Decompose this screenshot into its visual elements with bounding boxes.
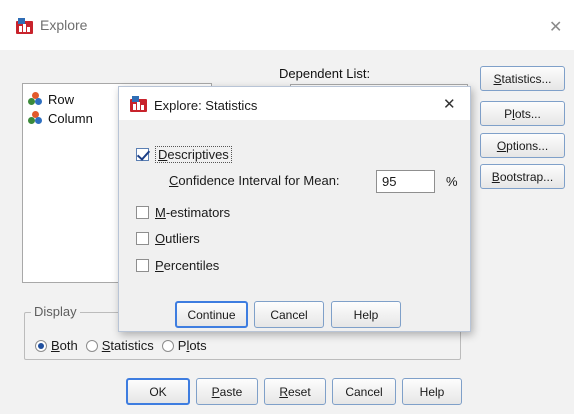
statistics-button[interactable]: Statistics... bbox=[480, 66, 565, 91]
descriptives-checkbox[interactable] bbox=[136, 148, 149, 161]
outliers-option[interactable]: Outliers bbox=[136, 231, 200, 246]
button-text: ots... bbox=[514, 106, 541, 121]
help-button[interactable]: Help bbox=[402, 378, 462, 405]
confidence-interval-input[interactable] bbox=[376, 170, 435, 193]
display-both-label[interactable]: Both bbox=[51, 338, 78, 353]
explore-statistics-dialog: Explore: Statistics ✕ Descriptives Confi… bbox=[118, 86, 471, 332]
continue-button[interactable]: Continue bbox=[175, 301, 248, 328]
radio-text: tatistics bbox=[110, 338, 154, 353]
nominal-variable-icon bbox=[28, 111, 43, 125]
mnemonic: R bbox=[279, 384, 288, 399]
variable-item-row[interactable]: Row bbox=[28, 91, 74, 107]
percentiles-label[interactable]: Percentiles bbox=[155, 258, 219, 273]
mnemonic: O bbox=[155, 231, 166, 246]
mnemonic: B bbox=[491, 169, 500, 184]
spss-app-icon bbox=[130, 96, 147, 112]
dependent-list-label: Dependent List: bbox=[279, 66, 371, 81]
dialog-help-button[interactable]: Help bbox=[331, 301, 401, 328]
mnemonic: D bbox=[158, 147, 168, 162]
variable-label: Column bbox=[48, 110, 93, 126]
button-text: eset bbox=[287, 384, 311, 399]
mnemonic: C bbox=[169, 173, 179, 188]
outliers-checkbox[interactable] bbox=[136, 232, 149, 245]
mnemonic: B bbox=[51, 338, 60, 353]
button-text: tatistics... bbox=[501, 71, 552, 86]
dialog-titlebar: Explore: Statistics ✕ bbox=[119, 87, 470, 120]
descriptives-label[interactable]: Descriptives bbox=[155, 146, 232, 163]
cancel-button[interactable]: Cancel bbox=[332, 378, 396, 405]
nominal-variable-icon bbox=[28, 92, 43, 106]
percentiles-checkbox[interactable] bbox=[136, 259, 149, 272]
display-both-radio[interactable] bbox=[35, 339, 47, 352]
checkbox-text: utliers bbox=[165, 231, 200, 246]
ok-button[interactable]: OK bbox=[126, 378, 190, 405]
display-statistics-label[interactable]: Statistics bbox=[102, 338, 154, 353]
button-text: aste bbox=[219, 384, 243, 399]
outliers-label[interactable]: Outliers bbox=[155, 231, 200, 246]
display-plots-radio[interactable] bbox=[161, 339, 174, 352]
mnemonic: P bbox=[211, 384, 220, 399]
mnemonic: O bbox=[496, 138, 507, 153]
checkbox-text: escriptives bbox=[167, 147, 229, 162]
m-estimators-label[interactable]: M-estimators bbox=[155, 205, 230, 220]
label-text: onfidence Interval for Mean: bbox=[178, 173, 340, 188]
checkbox-text: ercentiles bbox=[163, 258, 220, 273]
m-estimators-option[interactable]: M-estimators bbox=[136, 205, 230, 220]
dialog-title: Explore: Statistics bbox=[154, 98, 258, 113]
display-legend: Display bbox=[31, 304, 80, 319]
percent-unit-label: % bbox=[446, 174, 458, 189]
confidence-interval-label: Confidence Interval for Mean: bbox=[169, 173, 340, 188]
window-title: Explore bbox=[40, 17, 88, 33]
variable-label: Row bbox=[48, 91, 75, 107]
plots-button[interactable]: Pl ots... bbox=[480, 101, 565, 126]
bootstrap-button[interactable]: Bootstrap... bbox=[480, 164, 565, 189]
m-estimators-checkbox[interactable] bbox=[136, 206, 149, 219]
display-statistics-radio[interactable] bbox=[85, 339, 98, 352]
descriptives-option[interactable]: Descriptives bbox=[136, 146, 232, 163]
radio-text: ots bbox=[189, 338, 207, 353]
checkbox-text: -estimators bbox=[165, 205, 231, 220]
variable-item-column[interactable]: Column bbox=[28, 110, 93, 126]
button-text: P bbox=[504, 106, 513, 121]
mnemonic: M bbox=[155, 205, 166, 220]
dialog-close-icon[interactable]: ✕ bbox=[443, 95, 456, 113]
radio-text: oth bbox=[59, 338, 78, 353]
percentiles-option[interactable]: Percentiles bbox=[136, 258, 219, 273]
options-button[interactable]: Options... bbox=[480, 133, 565, 158]
button-text: ootstrap... bbox=[499, 169, 554, 184]
paste-button[interactable]: Paste bbox=[196, 378, 258, 405]
mnemonic: S bbox=[493, 71, 502, 86]
window-close-icon[interactable]: ✕ bbox=[549, 17, 562, 36]
display-radio-group: Both Statistics Plots bbox=[35, 338, 215, 353]
dialog-cancel-button[interactable]: Cancel bbox=[254, 301, 324, 328]
mnemonic: P bbox=[155, 258, 164, 273]
reset-button[interactable]: Reset bbox=[264, 378, 326, 405]
button-text: ptions... bbox=[506, 138, 549, 153]
display-plots-label[interactable]: Plots bbox=[178, 338, 207, 353]
spss-app-icon bbox=[16, 18, 33, 34]
